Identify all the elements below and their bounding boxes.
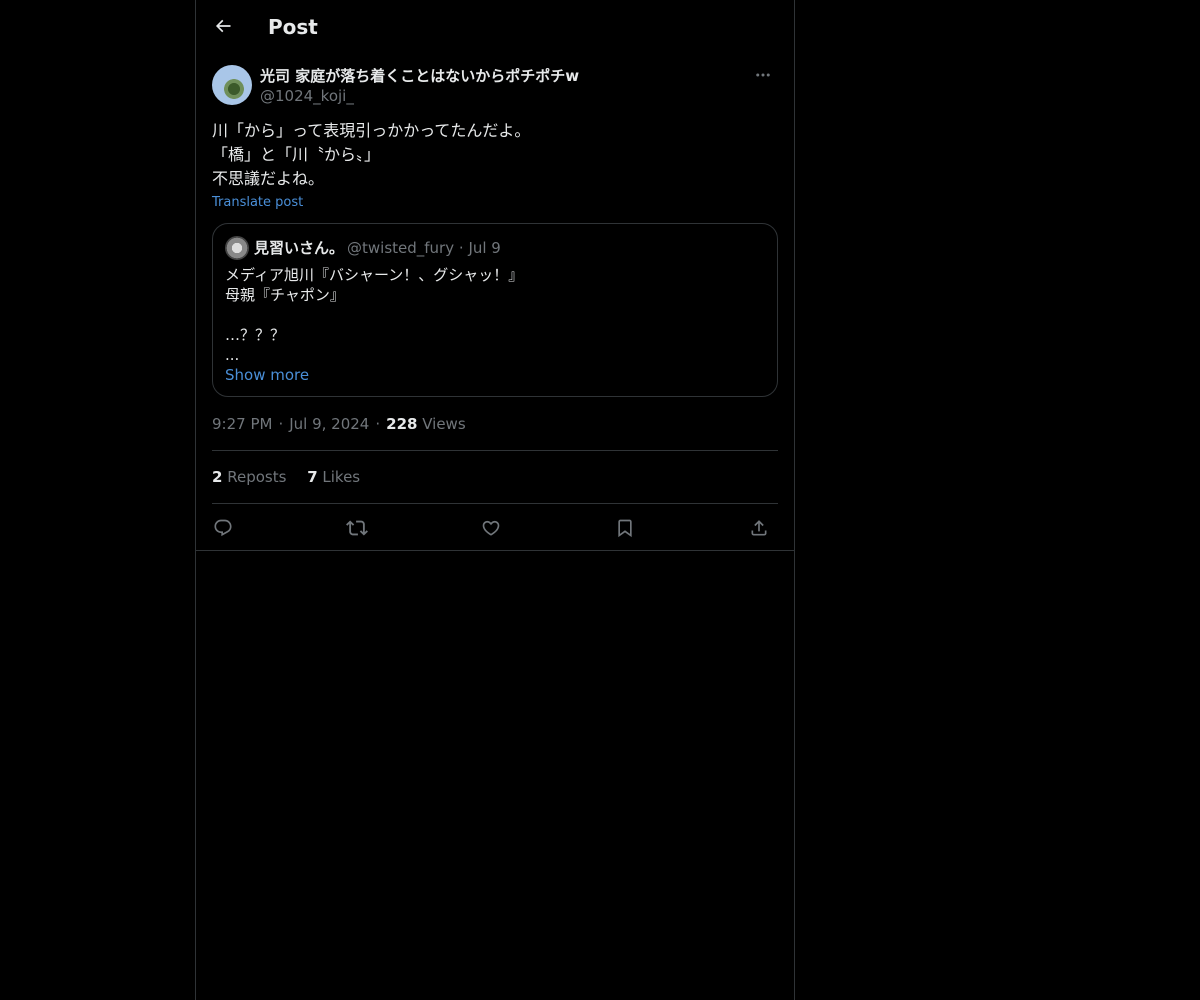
reposts-count: 2 bbox=[212, 468, 223, 486]
back-button[interactable] bbox=[206, 9, 240, 43]
reply-icon bbox=[213, 518, 233, 538]
likes-label: Likes bbox=[322, 468, 361, 486]
separator-dot: · bbox=[278, 415, 284, 433]
separator-dot: · bbox=[458, 239, 469, 257]
page-title: Post bbox=[268, 15, 318, 39]
views-label: Views bbox=[422, 415, 466, 433]
quote-date: Jul 9 bbox=[468, 239, 501, 257]
divider bbox=[212, 450, 778, 451]
share-icon bbox=[749, 518, 769, 538]
reposts-stat[interactable]: 2 Reposts bbox=[212, 468, 286, 486]
post-author: 光司 家庭が落ち着くことはないからポチポチw @1024_koji_ bbox=[212, 64, 778, 108]
show-more-link[interactable]: Show more bbox=[225, 365, 309, 385]
quote-text-line bbox=[225, 305, 765, 325]
author-handle[interactable]: @1024_koji_ bbox=[260, 86, 354, 106]
post-text-line: 川「から」って表現引っかかってたんだよ。 bbox=[212, 121, 531, 140]
arrow-left-icon bbox=[213, 16, 233, 36]
repost-icon bbox=[346, 517, 368, 539]
heart-icon bbox=[481, 518, 501, 538]
avatar[interactable] bbox=[212, 65, 252, 105]
separator-dot: · bbox=[375, 415, 381, 433]
reposts-label: Reposts bbox=[227, 468, 287, 486]
divider bbox=[212, 503, 778, 504]
quote-text: メディア旭川『バシャーン！、グシャッ！』 母親『チャポン』 …？？？ ... bbox=[225, 265, 765, 365]
likes-count: 7 bbox=[307, 468, 318, 486]
post-time[interactable]: 9:27 PM bbox=[212, 415, 272, 433]
post-date[interactable]: Jul 9, 2024 bbox=[289, 415, 369, 433]
post-text-line: 不思議だよね。 bbox=[212, 169, 325, 188]
post-text: 川「から」って表現引っかかってたんだよ。 「橋」と「川〝から〟」 不思議だよね。 bbox=[212, 119, 778, 191]
quote-avatar bbox=[225, 236, 249, 260]
quote-meta: @twisted_fury · Jul 9 bbox=[347, 238, 501, 258]
more-horizontal-icon bbox=[754, 66, 772, 84]
quote-author-handle: @twisted_fury bbox=[347, 239, 455, 257]
main-column: Post 光司 家庭が落ち着くことはないからポチポチw @1024_koji_ … bbox=[195, 0, 795, 1000]
post-meta: 9:27 PM · Jul 9, 2024 · 228 Views bbox=[212, 414, 466, 434]
bookmark-button[interactable] bbox=[610, 513, 640, 543]
post-stats: 2 Reposts 7 Likes bbox=[212, 467, 376, 487]
quote-text-line: …？？？ bbox=[225, 326, 286, 344]
author-name[interactable]: 光司 家庭が落ち着くことはないからポチポチw bbox=[260, 66, 579, 86]
more-button[interactable] bbox=[748, 64, 778, 86]
action-bar bbox=[212, 505, 778, 549]
likes-stat[interactable]: 7 Likes bbox=[307, 468, 360, 486]
repost-button[interactable] bbox=[342, 513, 372, 543]
like-button[interactable] bbox=[476, 513, 506, 543]
reply-button[interactable] bbox=[208, 513, 238, 543]
views-count: 228 bbox=[386, 415, 418, 433]
quoted-post[interactable]: 見習いさん。 @twisted_fury · Jul 9 メディア旭川『バシャー… bbox=[212, 223, 778, 397]
quote-text-line: メディア旭川『バシャーン！、グシャッ！』 bbox=[225, 266, 524, 284]
quote-author-name: 見習いさん。 bbox=[254, 239, 345, 257]
translate-post-link[interactable]: Translate post bbox=[212, 193, 303, 213]
divider bbox=[196, 550, 794, 551]
quote-text-line: 母親『チャポン』 bbox=[225, 286, 345, 304]
post-text-line: 「橋」と「川〝から〟」 bbox=[212, 145, 381, 164]
quote-text-line: ... bbox=[225, 346, 240, 364]
share-button[interactable] bbox=[744, 513, 774, 543]
bookmark-icon bbox=[615, 518, 635, 538]
page-header: Post bbox=[196, 0, 794, 53]
